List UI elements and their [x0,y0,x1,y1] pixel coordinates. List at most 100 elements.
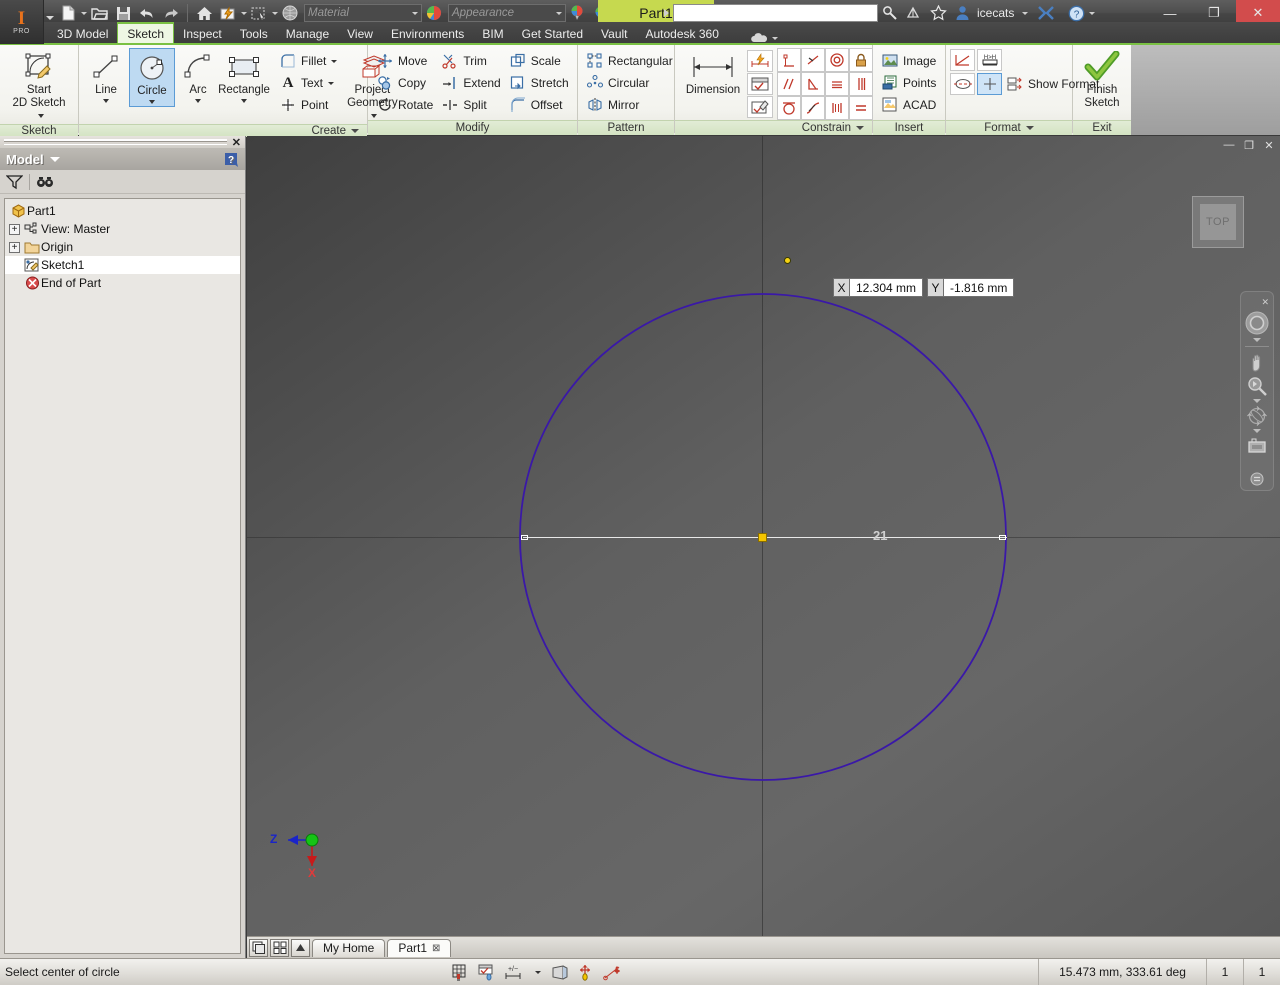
cascade-windows-icon[interactable] [249,939,268,957]
viewport-restore-button[interactable]: ❐ [1242,139,1256,152]
open-file-icon[interactable] [87,2,111,24]
redo-icon[interactable] [159,2,183,24]
coordinate-y-value[interactable]: -1.816 mm [944,278,1014,297]
construction-line-icon[interactable] [950,49,975,71]
doc-tab-part1-close-icon[interactable]: ⊠ [432,943,440,954]
doc-tab-my-home[interactable]: My Home [312,939,385,957]
create-panel-expand-icon[interactable] [351,129,359,133]
tile-windows-icon[interactable] [270,939,289,957]
circle-dropdown-icon[interactable] [149,100,155,104]
tree-expander[interactable]: + [9,224,20,235]
browser-close-icon[interactable]: ✕ [232,136,241,149]
snap-to-grid-icon[interactable] [452,964,470,981]
rotate-button[interactable]: Rotate [372,94,437,116]
viewport-close-button[interactable]: ✕ [1262,139,1276,152]
arc-button[interactable]: Arc [175,48,221,105]
insert-acad-button[interactable]: ACAD [877,94,940,116]
tree-item-view-master[interactable]: +View: Master [5,220,240,238]
ribbon-tab-view[interactable]: View [338,23,382,44]
ribbon-tab-vault[interactable]: Vault [592,23,636,44]
tree-expander[interactable]: + [9,242,20,253]
help-dropdown-icon[interactable] [1089,12,1095,15]
rectangular-pattern-button[interactable]: Rectangular [582,50,677,72]
parallel-constraint-icon[interactable] [777,72,801,96]
concentric-constraint-icon[interactable] [825,48,849,72]
slice-graphics-icon[interactable] [549,964,569,981]
application-menu-caret-icon[interactable] [46,16,54,20]
material-dropdown-icon[interactable] [412,12,418,15]
dimension-value-label[interactable]: 21 [873,528,887,543]
trim-button[interactable]: Trim [437,50,504,72]
point-button[interactable]: Point [275,94,341,116]
tree-item-end-of-part[interactable]: End of Part [5,274,240,292]
dimension-input-dropdown-icon[interactable] [535,971,541,974]
ribbon-tab-sketch[interactable]: Sketch [117,22,174,44]
symmetric-constraint-icon[interactable] [825,96,849,120]
move-button[interactable]: Move [372,50,437,72]
dof-rotate-icon[interactable] [603,964,623,981]
search-input[interactable] [673,4,878,22]
home-icon[interactable] [192,2,216,24]
material-color-icon[interactable] [422,2,446,24]
update-icon[interactable] [216,2,240,24]
coincident-constraint-icon[interactable] [777,48,801,72]
autodesk-exchange-icon[interactable] [1034,2,1058,24]
ribbon-tab-manage[interactable]: Manage [277,23,338,44]
search-icon[interactable] [878,2,902,24]
insert-points-button[interactable]: Points [877,72,940,94]
stretch-button[interactable]: Stretch [505,72,573,94]
line-dropdown-icon[interactable] [103,99,109,103]
tree-item-origin[interactable]: +Origin [5,238,240,256]
driven-dimension-icon[interactable]: H>H [977,49,1002,71]
perpendicular-constraint-icon[interactable] [801,72,825,96]
dimension-button[interactable]: Dimension [679,48,747,99]
text-dropdown-icon[interactable] [328,82,334,85]
user-icon[interactable] [950,2,974,24]
auto-dimension-icon[interactable] [747,50,773,72]
satellite-icon[interactable] [902,2,926,24]
finish-sketch-button[interactable]: Finish Sketch [1079,48,1125,111]
ribbon-tab-bim[interactable]: BIM [473,23,512,44]
tree-item-sketch1[interactable]: Sketch1 [5,256,240,274]
vertical-constraint-icon[interactable] [849,72,873,96]
equal-constraint-icon[interactable] [849,96,873,120]
rectangle-button[interactable]: Rectangle [221,48,267,105]
offset-button[interactable]: Offset [505,94,573,116]
dof-translate-icon[interactable] [577,964,595,981]
line-button[interactable]: Line [83,48,129,105]
coordinate-x-value[interactable]: 12.304 mm [850,278,923,297]
adjust-appearance-icon[interactable] [566,2,590,24]
undo-icon[interactable] [135,2,159,24]
text-button[interactable]: A Text [275,72,341,94]
scroll-up-icon[interactable] [291,939,310,957]
browser-drag-grip[interactable]: ✕ [0,136,245,148]
find-icon[interactable] [36,174,54,190]
viewport-minimize-button[interactable]: — [1222,139,1236,152]
fix-constraint-icon[interactable] [849,48,873,72]
split-button[interactable]: Split [437,94,504,116]
search-expand-icon[interactable] [664,9,669,17]
user-dropdown-icon[interactable] [1022,12,1028,15]
save-icon[interactable] [111,2,135,24]
graphics-viewport[interactable]: — ❐ ✕ TOP ✕ [247,136,1280,936]
browser-help-icon[interactable]: ? [224,152,239,167]
fillet-dropdown-icon[interactable] [331,60,337,63]
material-combobox[interactable]: Material [304,4,422,22]
help-icon[interactable]: ? [1064,2,1088,24]
tangent-constraint-icon[interactable] [777,96,801,120]
constraint-inference-icon[interactable] [478,964,496,981]
ribbon-tab-environments[interactable]: Environments [382,23,473,44]
new-file-icon[interactable] [56,2,80,24]
ribbon-tab-tools[interactable]: Tools [231,23,277,44]
filter-icon[interactable] [6,174,23,190]
collinear-constraint-icon[interactable] [801,48,825,72]
dimension-input-icon[interactable]: +/− [504,964,526,981]
insert-image-button[interactable]: Image [877,50,940,72]
ribbon-tab-inspect[interactable]: Inspect [174,23,231,44]
select-icon[interactable] [247,2,271,24]
centerline-icon[interactable] [950,73,975,95]
appearance-dropdown-icon[interactable] [556,12,562,15]
fillet-button[interactable]: Fillet [275,50,341,72]
extend-button[interactable]: Extend [437,72,504,94]
appearance-sphere-icon[interactable] [278,2,302,24]
